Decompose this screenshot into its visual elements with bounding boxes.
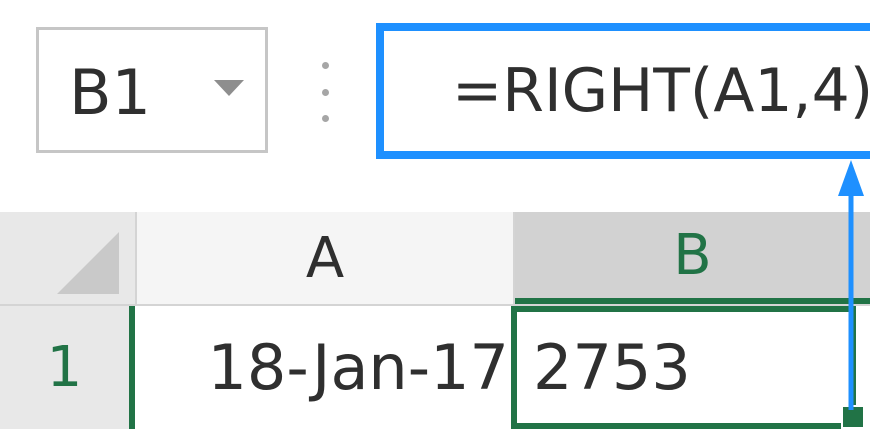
formula-text: =RIGHT(A1,4) [452,56,870,126]
cell-b1[interactable]: 2753 [511,306,856,429]
name-box-ref: B1 [69,56,151,129]
row-header-1[interactable]: 1 [0,306,135,429]
cell-a1[interactable]: 18-Jan-17 [135,306,515,429]
select-all-corner[interactable] [0,212,135,304]
formula-arrow-icon [838,160,864,410]
name-box[interactable]: B1 [36,27,268,153]
column-header-b[interactable]: B [515,212,870,304]
column-header-a[interactable]: A [135,212,515,304]
formula-bar-separator-icon[interactable] [318,62,332,122]
name-box-dropdown-icon[interactable] [209,68,249,108]
formula-bar-input[interactable]: =RIGHT(A1,4) [376,23,870,159]
